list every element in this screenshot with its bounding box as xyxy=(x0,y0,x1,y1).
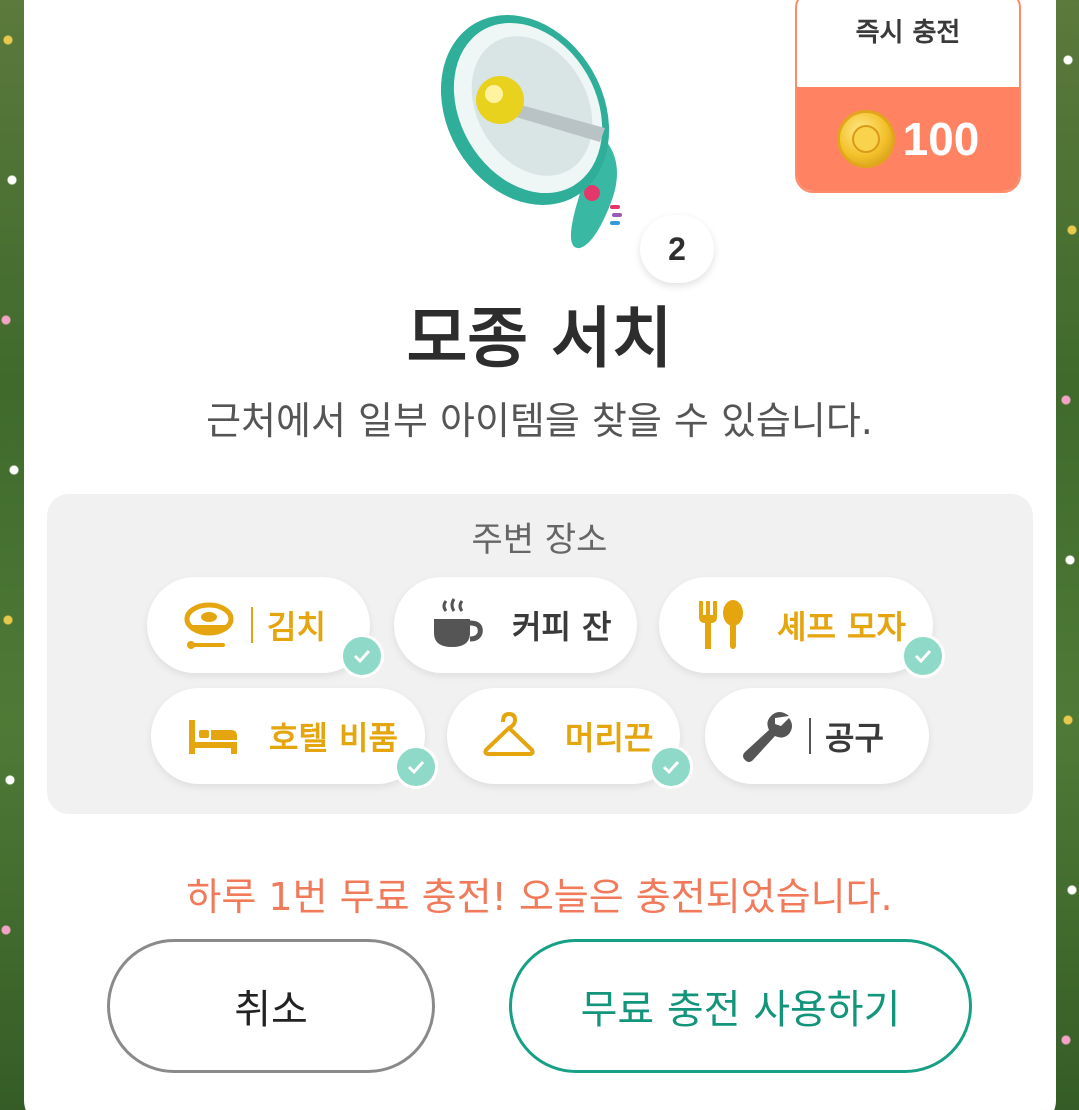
check-icon xyxy=(649,745,693,789)
nearby-places-title: 주변 장소 xyxy=(471,520,608,560)
nearby-item-tools[interactable]: 공구 xyxy=(705,688,929,784)
coffee-cup-icon xyxy=(428,597,484,653)
use-free-charge-button[interactable]: 무료 충전 사용하기 xyxy=(509,939,972,1073)
instant-charge-amount: 100 xyxy=(902,113,980,165)
wrench-icon xyxy=(739,708,795,764)
nearby-item-hotel-amenities[interactable]: 호텔 비품 xyxy=(151,688,425,784)
nearby-item-label: 공구 xyxy=(825,719,884,757)
nearby-item-chef-hat[interactable]: 셰프 모자 xyxy=(659,577,933,673)
nearby-item-label: 머리끈 xyxy=(565,719,654,757)
megaphone-icon xyxy=(440,15,622,249)
check-icon xyxy=(394,745,438,789)
fork-spoon-icon xyxy=(693,597,749,653)
hanger-icon xyxy=(481,708,537,764)
check-icon xyxy=(340,634,384,678)
chip-divider xyxy=(251,607,253,643)
dialog-title: 모종 서치 xyxy=(406,300,673,377)
nearby-item-label: 호텔 비품 xyxy=(269,719,398,757)
level-badge: 2 xyxy=(640,215,714,283)
check-icon xyxy=(901,634,945,678)
nearby-item-label: 김치 xyxy=(267,608,326,646)
instant-charge-cost: 100 xyxy=(797,87,1019,191)
nearby-item-label: 셰프 모자 xyxy=(777,608,906,646)
instant-charge-button[interactable]: 즉시 충전 100 xyxy=(795,0,1021,193)
dialog-description: 근처에서 일부 아이템을 찾을 수 있습니다. xyxy=(206,399,873,443)
gold-coin-icon xyxy=(836,110,895,168)
kimchi-bowl-icon xyxy=(181,597,237,653)
chip-divider xyxy=(809,718,811,754)
nearby-item-kimchi[interactable]: 김치 xyxy=(147,577,370,673)
free-charge-notice: 하루 1번 무료 충전! 오늘은 충전되었습니다. xyxy=(186,875,893,919)
bed-icon xyxy=(185,708,241,764)
nearby-item-label: 커피 잔 xyxy=(512,608,612,646)
nearby-item-coffee-cup[interactable]: 커피 잔 xyxy=(394,577,637,673)
instant-charge-label: 즉시 충전 xyxy=(855,18,961,48)
cancel-button[interactable]: 취소 xyxy=(107,939,435,1073)
nearby-item-hair-tie[interactable]: 머리끈 xyxy=(447,688,680,784)
